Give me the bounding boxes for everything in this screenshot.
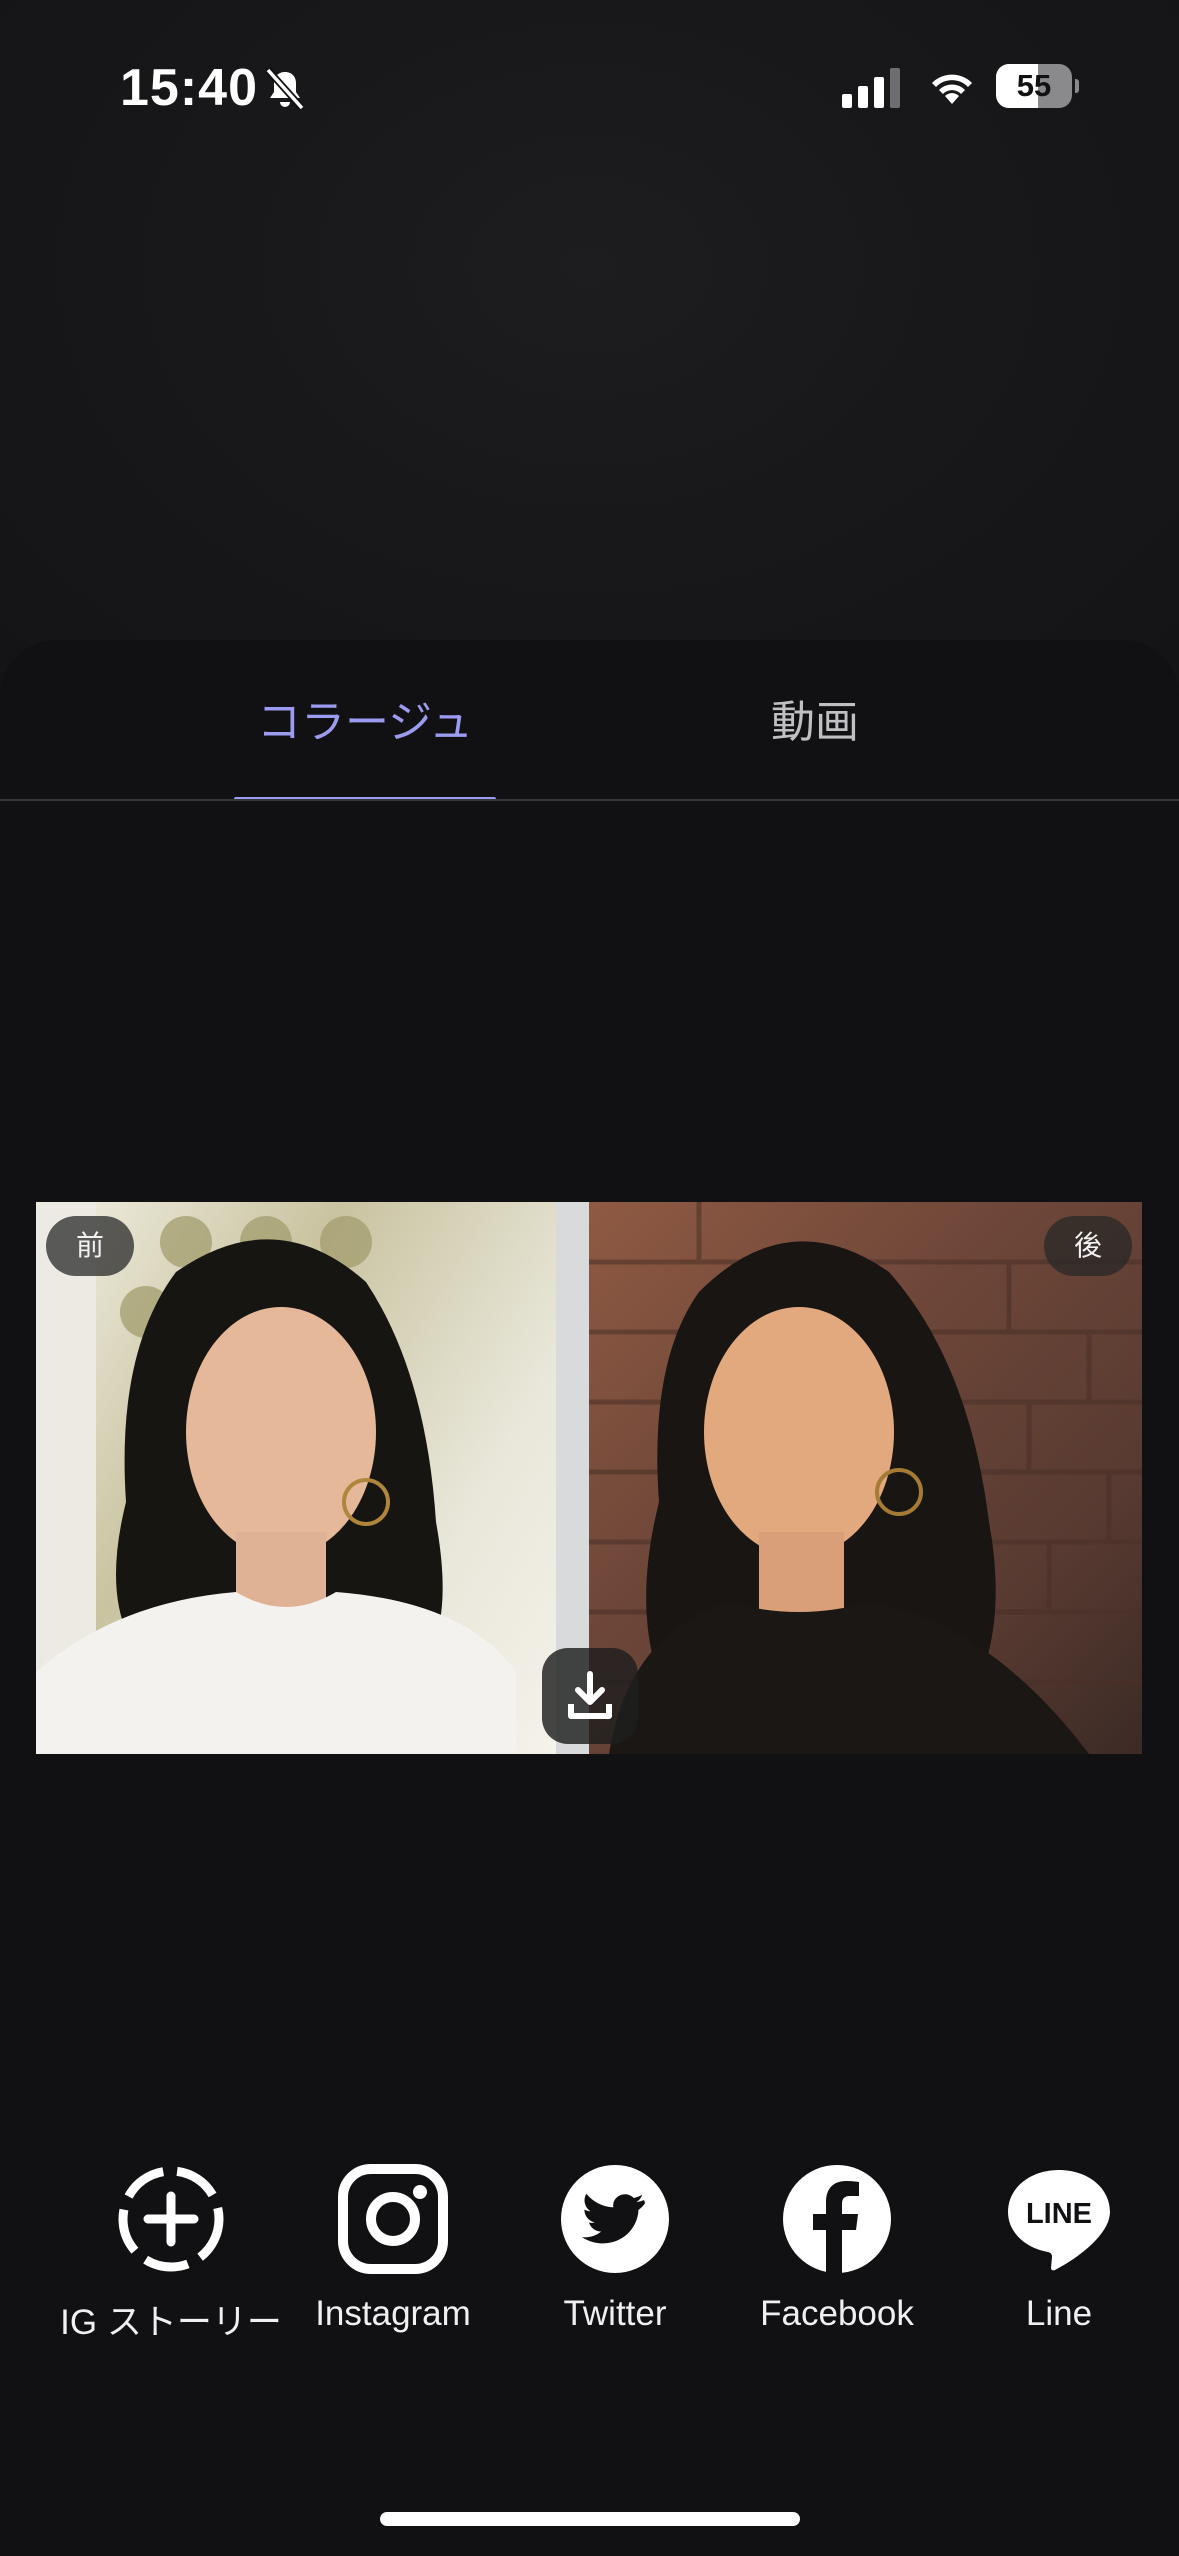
share-twitter[interactable]: Twitter bbox=[505, 2160, 725, 2350]
share-ig-story[interactable]: IG ストーリー bbox=[60, 2160, 282, 2350]
after-portrait bbox=[609, 1241, 1089, 1754]
tabs-divider bbox=[0, 799, 1179, 801]
svg-text:LINE: LINE bbox=[1026, 2198, 1092, 2230]
share-options: IG ストーリー Instagram Twitter Facebook LINE… bbox=[0, 2160, 1179, 2350]
tab-bar: コラージュ 動画 bbox=[0, 640, 1179, 801]
wifi-icon bbox=[932, 74, 972, 104]
before-photo bbox=[36, 1202, 589, 1754]
before-badge: 前 bbox=[46, 1216, 134, 1276]
share-label-line: Line bbox=[1025, 2294, 1093, 2333]
share-instagram[interactable]: Instagram bbox=[283, 2160, 503, 2350]
instagram-icon bbox=[338, 2164, 448, 2274]
download-icon bbox=[568, 1671, 612, 1719]
after-badge: 後 bbox=[1044, 1216, 1132, 1276]
share-line[interactable]: LINE Line bbox=[949, 2160, 1169, 2350]
cellular-signal-icon bbox=[842, 68, 900, 108]
bell-muted-icon bbox=[265, 67, 305, 111]
status-bar: 15:40 55 bbox=[0, 0, 1179, 170]
battery-indicator: 55 bbox=[996, 64, 1079, 108]
battery-percentage: 55 bbox=[1016, 68, 1052, 103]
after-photo bbox=[589, 1202, 1142, 1754]
tab-collage[interactable]: コラージュ bbox=[234, 688, 496, 758]
download-button[interactable] bbox=[542, 1648, 638, 1744]
home-indicator bbox=[380, 2512, 800, 2526]
ig-story-icon bbox=[118, 2166, 224, 2272]
tab-video[interactable]: 動画 bbox=[700, 688, 930, 758]
twitter-icon bbox=[561, 2165, 669, 2273]
status-time: 15:40 bbox=[120, 59, 258, 117]
before-portrait bbox=[36, 1239, 516, 1754]
line-icon: LINE bbox=[1008, 2170, 1110, 2271]
share-facebook[interactable]: Facebook bbox=[727, 2160, 947, 2350]
facebook-icon bbox=[783, 2165, 891, 2274]
